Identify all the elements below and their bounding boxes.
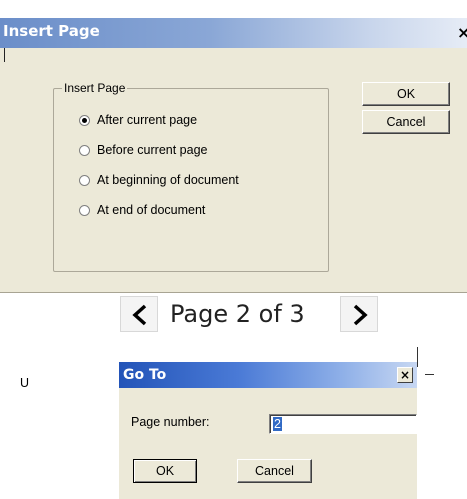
chevron-right-icon (353, 304, 368, 326)
radio-after-current-page[interactable]: After current page (79, 112, 197, 128)
radio-label: Before current page (97, 143, 208, 157)
edge-tick (4, 48, 5, 62)
radio-at-end[interactable]: At end of document (79, 202, 205, 218)
cancel-button[interactable]: Cancel (362, 110, 450, 134)
edge-dash (425, 374, 434, 375)
ok-button[interactable]: OK (133, 459, 197, 483)
insert-page-group: Insert Page After current page Before cu… (53, 81, 329, 272)
close-icon[interactable]: × (457, 24, 467, 42)
next-page-button[interactable] (340, 296, 378, 332)
radio-before-current-page[interactable]: Before current page (79, 142, 208, 158)
insert-page-dialog: Insert Page × Insert Page After current … (0, 18, 467, 293)
ok-button[interactable]: OK (362, 82, 450, 106)
previous-page-button[interactable] (120, 296, 158, 332)
page-number-value: 2 (273, 417, 282, 431)
go-to-dialog: Go To × Page number: 2 OK Cancel (119, 362, 417, 499)
close-icon[interactable]: × (397, 367, 413, 383)
edge-line (417, 347, 418, 367)
stray-text: U (20, 376, 30, 390)
radio-circle (79, 114, 90, 126)
page-indicator: Page 2 of 3 (170, 300, 305, 328)
radio-selected-dot (82, 117, 87, 123)
page-number-label: Page number: (131, 415, 210, 429)
chevron-left-icon (132, 304, 147, 326)
radio-label: After current page (97, 113, 198, 127)
radio-circle (79, 144, 90, 156)
radio-at-beginning[interactable]: At beginning of document (79, 172, 239, 188)
insert-page-title-bar[interactable]: Insert Page × (0, 18, 467, 48)
radio-label: At end of document (97, 203, 206, 217)
go-to-title-bar[interactable]: Go To × (119, 362, 417, 388)
go-to-title: Go To (123, 367, 167, 383)
radio-circle (79, 174, 90, 186)
page-number-input[interactable]: 2 (269, 414, 417, 434)
cancel-button[interactable]: Cancel (237, 459, 312, 483)
group-label: Insert Page (62, 81, 128, 96)
radio-circle (79, 204, 90, 216)
radio-label: At beginning of document (97, 173, 239, 187)
insert-page-title: Insert Page (3, 22, 100, 40)
